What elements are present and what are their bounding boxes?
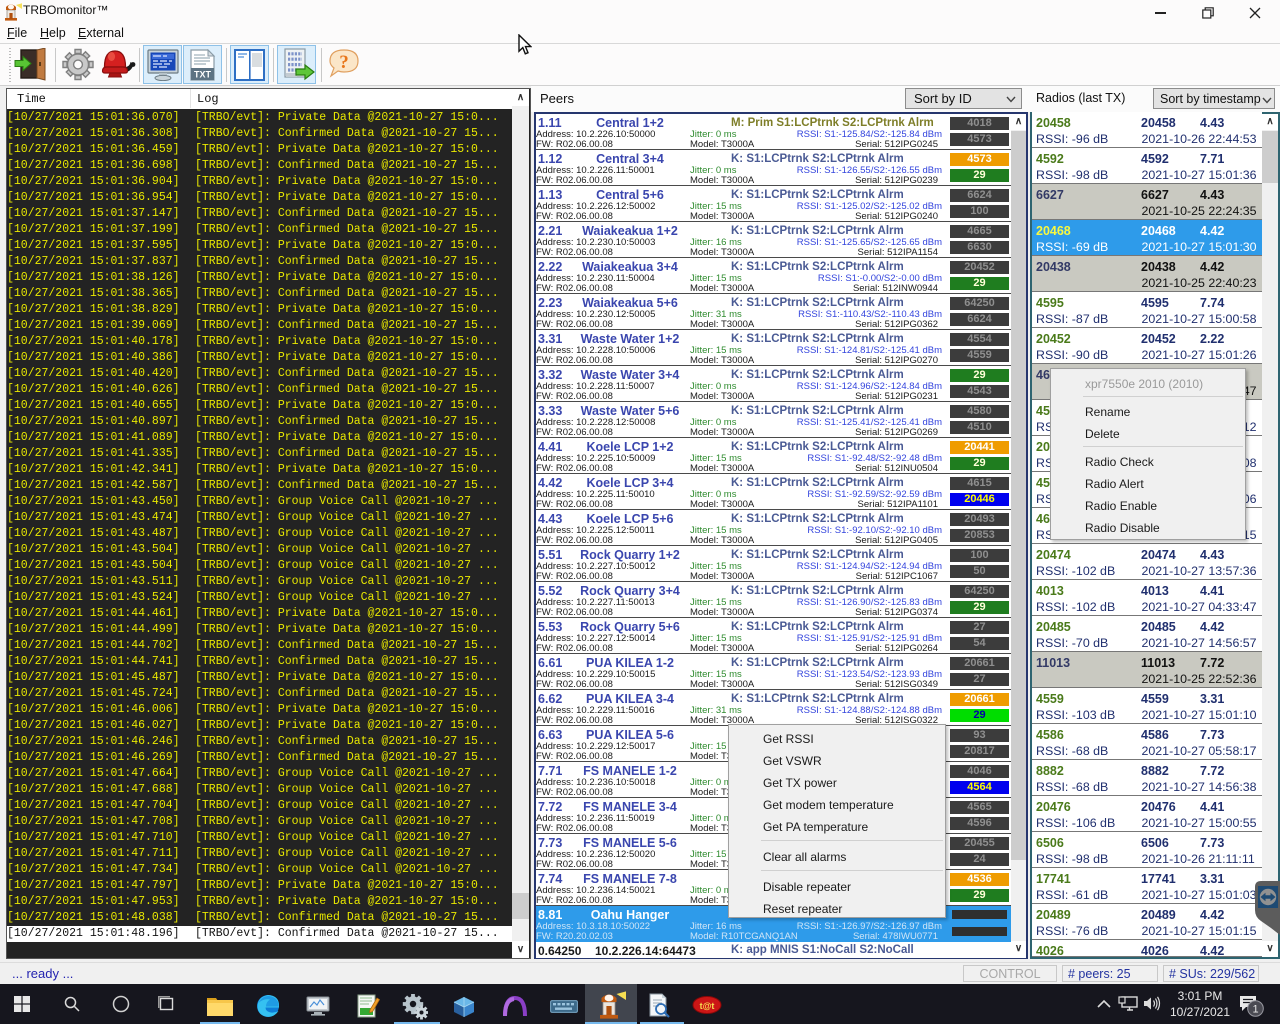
svg-text:TXT: TXT	[194, 70, 212, 80]
svg-text:?: ?	[339, 52, 349, 73]
svg-text:t@t: t@t	[700, 1001, 715, 1011]
svg-text:1: 1	[1252, 1004, 1258, 1016]
